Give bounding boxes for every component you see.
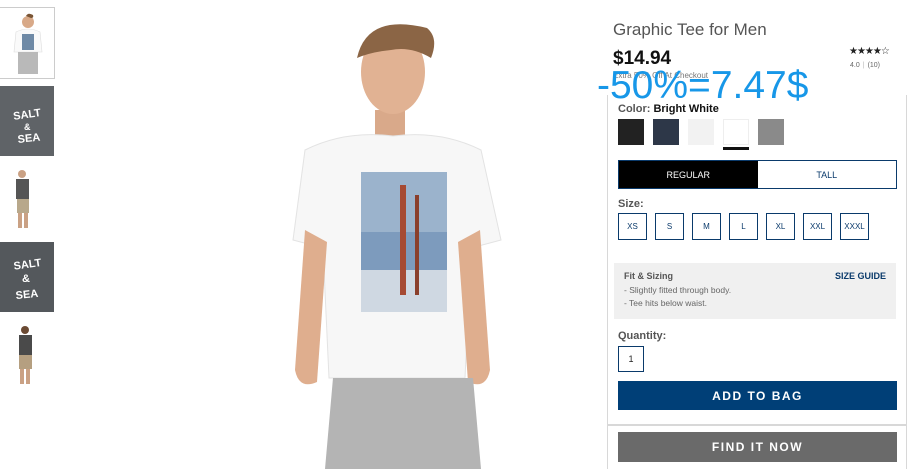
size-options: XS S M L XL XXL XXXL	[618, 213, 869, 240]
add-to-bag-button[interactable]: ADD TO BAG	[618, 381, 897, 410]
find-it-now-button[interactable]: FIND IT NOW	[618, 432, 897, 462]
quantity-input[interactable]: 1	[618, 346, 644, 372]
swatch-light-gray[interactable]	[688, 119, 714, 145]
fit-line-2: - Tee hits below waist.	[624, 298, 707, 308]
fit-tabs: REGULAR TALL	[618, 160, 897, 189]
size-xxl-button[interactable]: XXL	[803, 213, 832, 240]
rating-summary[interactable]: 4.0 | (10)	[850, 62, 880, 69]
size-guide-link[interactable]: SIZE GUIDE	[835, 271, 886, 281]
size-label: Size:	[618, 198, 644, 210]
main-product-image	[165, 0, 570, 469]
thumbnail-salt-sea-closeup[interactable]: SALT & SEA	[0, 86, 54, 156]
size-l-button[interactable]: L	[729, 213, 758, 240]
tab-tall[interactable]: TALL	[758, 161, 897, 188]
thumbnail-back-view[interactable]	[0, 320, 54, 390]
fit-sizing-info: Fit & Sizing SIZE GUIDE - Slightly fitte…	[614, 263, 896, 319]
rating-stars-icon[interactable]: ★★★★☆	[849, 46, 890, 57]
size-xs-button[interactable]: XS	[618, 213, 647, 240]
review-count: (10)	[867, 62, 881, 69]
color-swatches	[618, 119, 784, 150]
swatch-gray-heather[interactable]	[758, 119, 784, 145]
thumbnail-model-dark-tee[interactable]	[0, 164, 54, 234]
thumbnail-salt-sea-print[interactable]: SALT & SEA	[0, 242, 54, 312]
product-title: Graphic Tee for Men	[613, 20, 767, 39]
size-m-button[interactable]: M	[692, 213, 721, 240]
quantity-label: Quantity:	[618, 330, 667, 342]
swatch-black[interactable]	[618, 119, 644, 145]
rating-separator: |	[862, 62, 865, 69]
size-xxxl-button[interactable]: XXXL	[840, 213, 869, 240]
size-s-button[interactable]: S	[655, 213, 684, 240]
thumb-sea-text-1: SEA	[17, 132, 41, 146]
thumbnail-front-view[interactable]	[0, 7, 55, 79]
thumb-sea-text-2: SEA	[15, 288, 39, 302]
swatch-bright-white[interactable]	[723, 119, 749, 150]
thumb-amp-text-1: &	[24, 122, 31, 132]
thumb-amp-text-2: &	[22, 273, 30, 285]
discount-overlay-note: -50%=7.47$	[597, 64, 809, 107]
fit-line-1: - Slightly fitted through body.	[624, 285, 732, 295]
size-xl-button[interactable]: XL	[766, 213, 795, 240]
tab-regular[interactable]: REGULAR	[619, 161, 758, 188]
thumbnail-list: SALT & SEA SALT & SEA	[0, 7, 56, 398]
fit-sizing-title: Fit & Sizing	[624, 271, 673, 281]
swatch-navy[interactable]	[653, 119, 679, 145]
rating-value: 4.0	[850, 62, 860, 69]
product-details-panel: Graphic Tee for Men $14.94 ★★★★☆ 4.0 | (10…	[597, 0, 909, 469]
